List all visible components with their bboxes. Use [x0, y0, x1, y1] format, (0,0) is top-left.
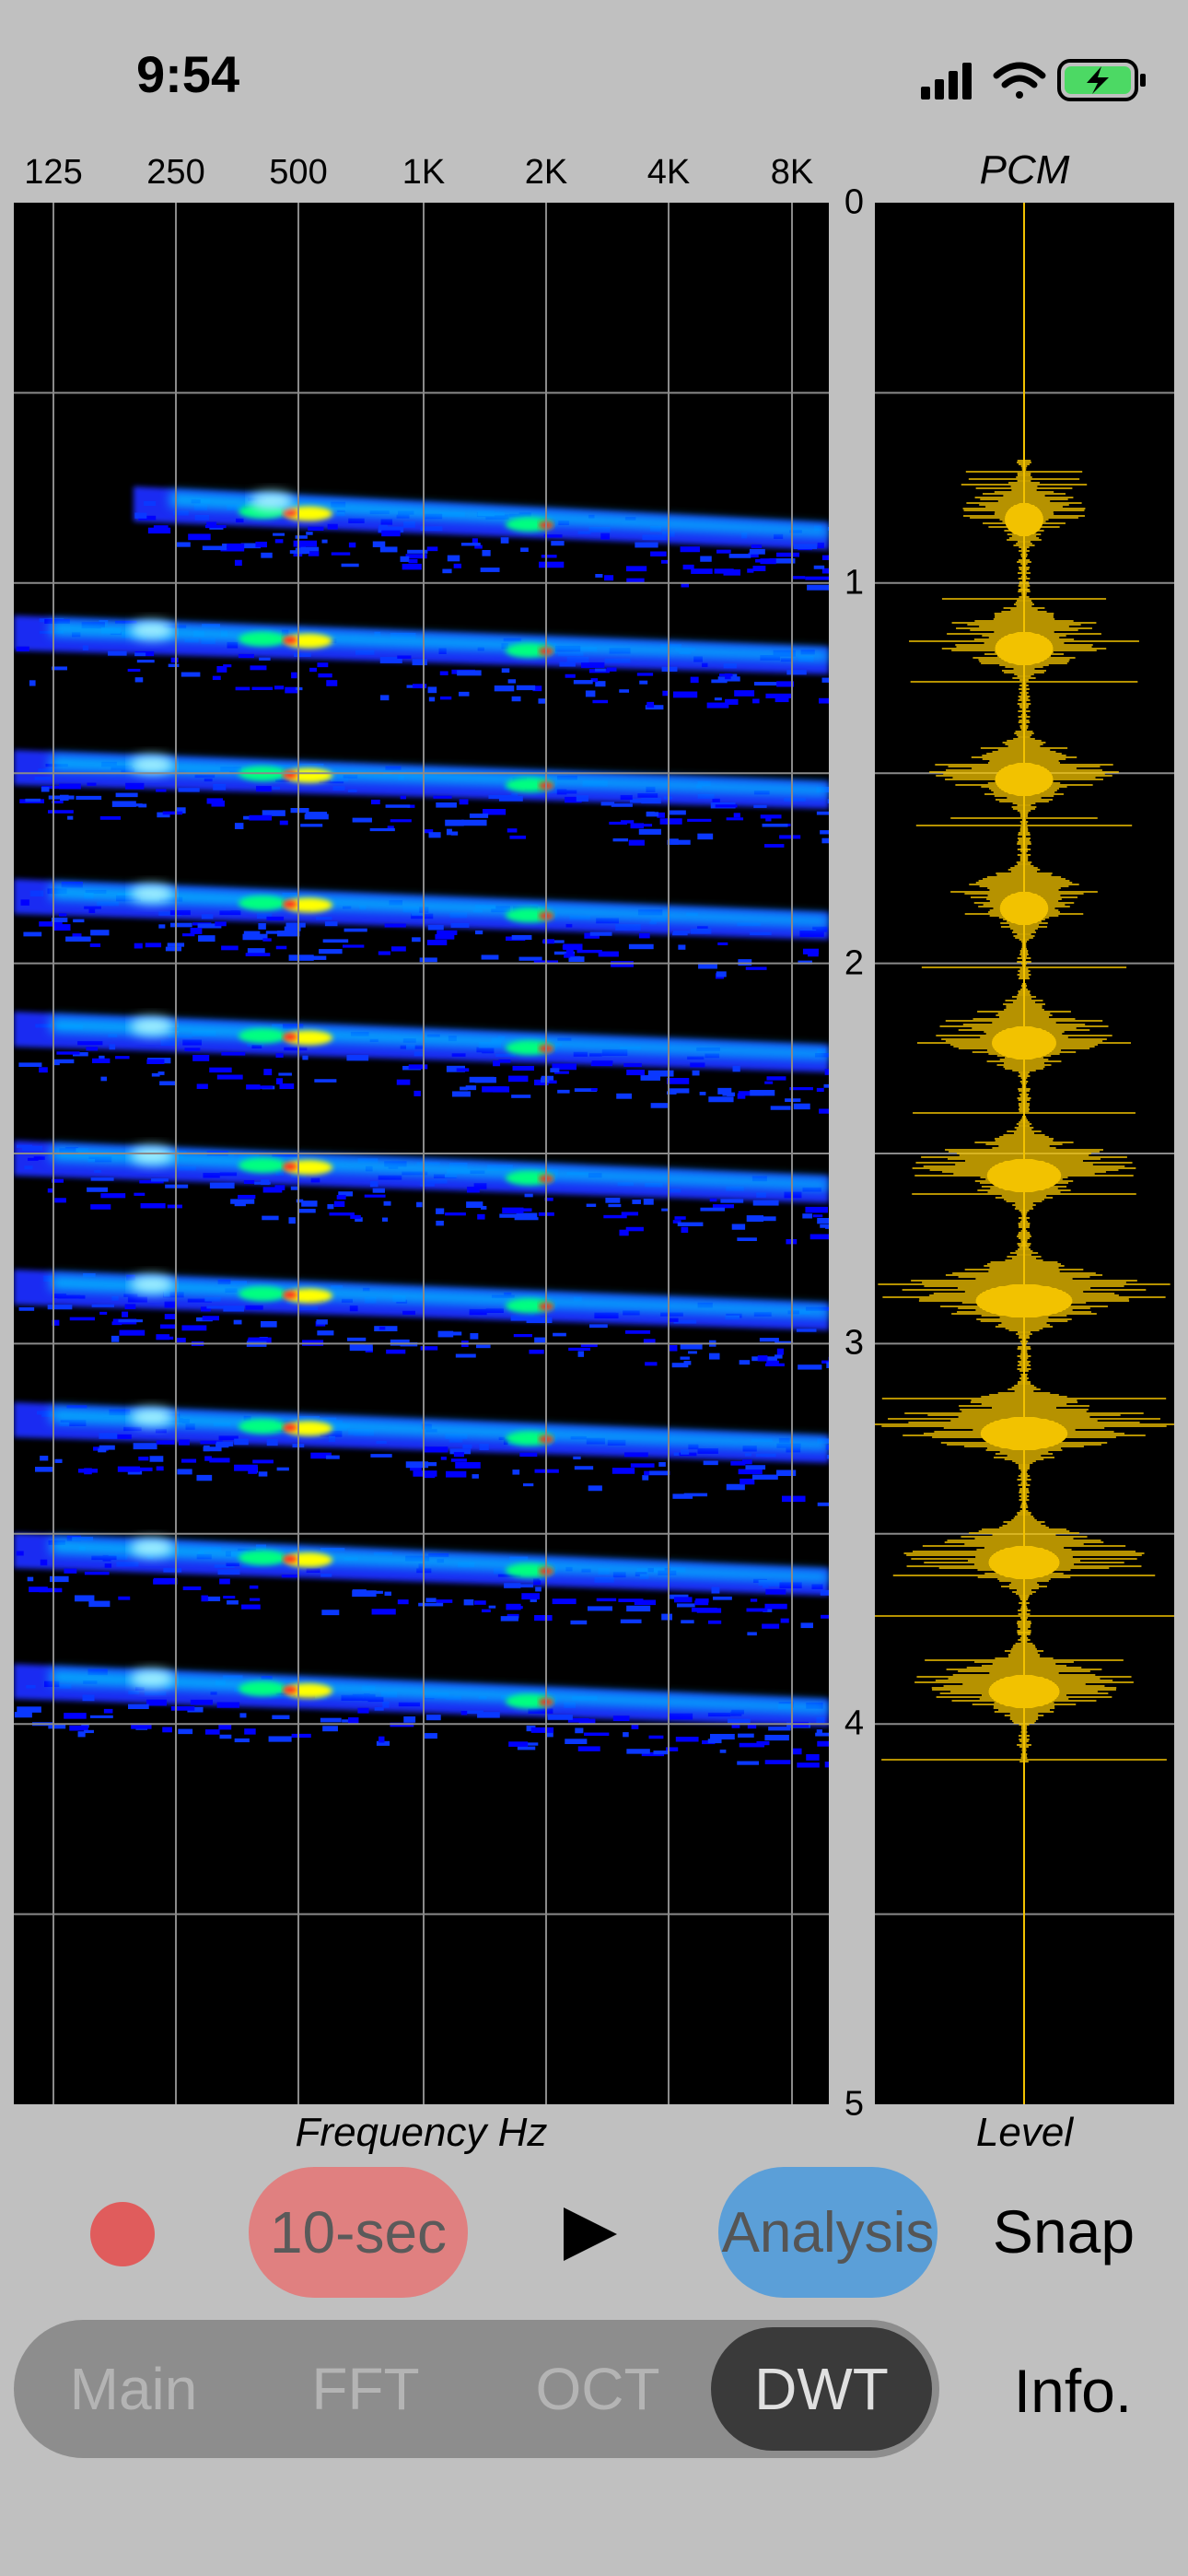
duration-button[interactable]: 10-sec [249, 2167, 468, 2298]
spectrogram-band [14, 1012, 829, 1114]
snap-button[interactable]: Snap [976, 2185, 1151, 2277]
time-tick-0: 0 [844, 182, 865, 222]
freq-tick-250: 250 [146, 153, 205, 192]
freq-tick-4k: 4K [646, 153, 691, 192]
wifi-icon [993, 62, 1046, 99]
spectrogram-band [14, 750, 829, 848]
spectrogram-panel[interactable] [14, 203, 829, 2104]
time-tick-5: 5 [844, 2084, 865, 2124]
pcm-waveform [875, 460, 1174, 1762]
spectrogram-band [14, 1270, 829, 1370]
play-icon[interactable] [564, 2207, 617, 2261]
spectrogram-band [14, 1402, 829, 1506]
spectrogram-band [14, 615, 829, 710]
frequency-tick-labels: 125 250 500 1K 2K 4K 8K [14, 147, 829, 203]
pcm-title: PCM [979, 147, 1070, 193]
time-tick-1: 1 [844, 563, 865, 603]
time-tick-3: 3 [844, 1323, 865, 1363]
pcm-waveform-panel[interactable] [875, 203, 1174, 2104]
time-tick-2: 2 [844, 943, 865, 983]
freq-tick-8k: 8K [770, 153, 814, 192]
freq-tick-2k: 2K [524, 153, 568, 192]
status-time: 9:54 [136, 45, 240, 103]
control-bar: 10-sec Analysis Snap [0, 2165, 1188, 2303]
freq-tick-125: 125 [24, 153, 83, 192]
tab-dwt[interactable]: DWT [711, 2327, 932, 2451]
frequency-axis-title: Frequency Hz [295, 2110, 548, 2155]
mode-segmented-control: Main FFT OCT DWT [14, 2320, 939, 2458]
spectrogram-band [14, 1141, 829, 1245]
spectrogram-band [134, 486, 829, 591]
time-axis: 0 1 2 3 4 5 [833, 182, 875, 2128]
freq-tick-1k: 1K [402, 153, 446, 192]
record-button[interactable] [90, 2202, 155, 2266]
cellular-signal-icon [921, 63, 972, 100]
level-axis-title: Level [975, 2110, 1074, 2155]
spectrogram-canvas [14, 203, 829, 2104]
status-icons-svg [921, 59, 1146, 101]
spectrogram-energy [14, 486, 829, 1768]
status-icons [912, 55, 1188, 105]
tab-fft[interactable]: FFT [255, 2327, 476, 2451]
tab-main[interactable]: Main [23, 2327, 244, 2451]
info-button[interactable]: Info. [985, 2331, 1160, 2451]
analysis-button[interactable]: Analysis [718, 2167, 938, 2298]
status-bar: 9:54 [0, 0, 1188, 157]
spectrogram-band [14, 1664, 829, 1768]
time-tick-4: 4 [844, 1704, 865, 1743]
battery-charging-icon [1057, 59, 1146, 101]
tab-oct[interactable]: OCT [487, 2327, 708, 2451]
pcm-waveform-canvas [875, 203, 1174, 2104]
spectrogram-band [14, 1533, 829, 1636]
freq-tick-500: 500 [269, 153, 328, 192]
